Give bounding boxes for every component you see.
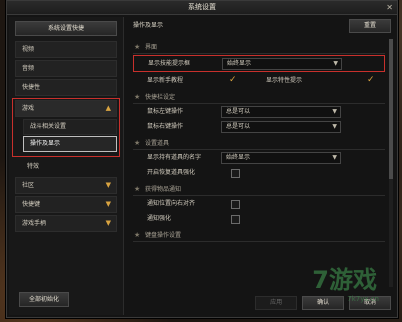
- chevron-down-icon: ▼: [105, 200, 111, 208]
- section-title: 快捷栏设定: [145, 94, 176, 101]
- sidebar-header[interactable]: 系统设置快捷: [15, 21, 117, 36]
- setting-row-item-names: 显示持有道具的名字 始终显示 ▼: [133, 150, 385, 165]
- chevron-down-icon: ▼: [105, 181, 111, 189]
- star-icon: ★: [134, 185, 141, 193]
- skill-tooltip-setting-highlight: 显示技能提示框 始终显示 ▼: [133, 55, 385, 72]
- setting-row-skill-tooltip: 显示技能提示框 始终显示 ▼: [134, 56, 384, 71]
- dropdown-value: 总是可以: [226, 123, 251, 130]
- sidebar-subitem-combat[interactable]: 战斗相关设置: [23, 119, 117, 135]
- window-title: 系统设置: [188, 3, 216, 11]
- chevron-down-icon: ▼: [332, 108, 337, 115]
- setting-row-recovery-enhance: 开启恢复道具强化: [133, 165, 385, 180]
- section-header-notifications[interactable]: ★ 获得物品通知: [133, 184, 385, 196]
- section-header-items[interactable]: ★ 设置道具: [133, 138, 385, 150]
- reset-button[interactable]: 重置: [349, 19, 391, 33]
- setting-label: 通知强化: [147, 215, 172, 222]
- section-title: 设置道具: [145, 140, 170, 147]
- section-title: 获得物品通知: [145, 186, 182, 193]
- reset-all-button[interactable]: 全部初始化: [19, 292, 69, 307]
- dropdown-value: 总是可以: [226, 108, 251, 115]
- sidebar-item-gamepad[interactable]: 游戏手柄 ▼: [15, 215, 117, 232]
- star-icon: ★: [134, 43, 141, 51]
- checkbox[interactable]: [231, 169, 240, 178]
- window-titlebar: 系统设置 ✕: [7, 1, 397, 15]
- confirm-button[interactable]: 确认: [302, 296, 345, 310]
- sidebar-item-label: 游戏手柄: [22, 220, 47, 227]
- setting-label-trait-tip: 显示特性提示: [266, 77, 303, 84]
- checkmark-icon[interactable]: ✓: [229, 73, 237, 88]
- setting-label: 鼠标右键操作: [147, 123, 184, 130]
- apply-button[interactable]: 应用: [255, 296, 298, 310]
- scrollbar-thumb[interactable]: [389, 39, 393, 179]
- star-icon: ★: [134, 139, 141, 147]
- content-title: 操作及显示: [133, 22, 164, 29]
- sidebar-item-game[interactable]: 游戏 ▲: [15, 100, 117, 117]
- settings-sidebar: 系统设置快捷 视频 音频 快捷性 游戏 ▲ 战斗相关设置 操作及显示 特效 社区…: [9, 17, 124, 315]
- sidebar-subitem-effects[interactable]: 特效: [9, 160, 123, 174]
- checkbox[interactable]: [231, 215, 240, 224]
- sidebar-group-game-highlight: 游戏 ▲ 战斗相关设置 操作及显示: [12, 98, 120, 157]
- checkbox[interactable]: [231, 200, 240, 209]
- chevron-down-icon: ▼: [332, 123, 337, 130]
- item-name-dropdown[interactable]: 始终显示 ▼: [221, 152, 341, 164]
- section-header-ui[interactable]: ★ 界面: [133, 42, 385, 54]
- dropdown-value: 始终显示: [226, 154, 251, 161]
- star-icon: ★: [134, 93, 141, 101]
- dropdown-value: 始终显示: [227, 60, 252, 67]
- scrollbar[interactable]: [389, 39, 393, 287]
- setting-label: 显示持有道具的名字: [147, 154, 202, 161]
- sidebar-item-label: 快捷键: [22, 201, 41, 208]
- setting-label: 通知位置向右对齐: [147, 200, 196, 207]
- setting-row-tutorial: 显示新手教程 ✓ 显示特性提示 ✓: [133, 73, 385, 88]
- right-click-dropdown[interactable]: 总是可以 ▼: [221, 121, 341, 133]
- close-icon[interactable]: ✕: [386, 1, 393, 14]
- setting-label: 显示技能提示框: [148, 60, 191, 67]
- section-header-keyboard[interactable]: ★ 键盘操作设置: [133, 230, 385, 242]
- section-header-quickbar[interactable]: ★ 快捷栏设定: [133, 92, 385, 104]
- skill-tooltip-dropdown[interactable]: 始终显示 ▼: [222, 58, 342, 70]
- sidebar-item-community[interactable]: 社区 ▼: [15, 177, 117, 194]
- section-title: 界面: [145, 44, 158, 51]
- settings-scroll-area: ★ 界面 显示技能提示框 始终显示 ▼ 显示新手教程 ✓ 显示特性提示 ✓ ★ …: [133, 38, 385, 288]
- setting-row-notify-enhance: 通知强化: [133, 211, 385, 226]
- setting-row-right-click: 鼠标右键操作 总是可以 ▼: [133, 119, 385, 134]
- sidebar-item-label: 社区: [22, 182, 35, 189]
- checkmark-icon[interactable]: ✓: [367, 73, 375, 88]
- chevron-down-icon: ▼: [105, 219, 111, 227]
- sidebar-item-label: 游戏: [22, 105, 35, 112]
- setting-label: 显示新手教程: [147, 77, 184, 84]
- section-title: 键盘操作设置: [145, 232, 182, 239]
- setting-label: 鼠标左键操作: [147, 108, 184, 115]
- sidebar-item-audio[interactable]: 音频: [15, 60, 117, 77]
- content-header: 操作及显示 重置: [127, 17, 395, 33]
- setting-label: 开启恢复道具强化: [147, 169, 196, 176]
- sidebar-item-hotkeys[interactable]: 快捷键 ▼: [15, 196, 117, 213]
- watermark-logo: 7游戏: [312, 266, 377, 294]
- watermark-url: 7k7yx.cn: [347, 295, 379, 303]
- sidebar-item-video[interactable]: 视频: [15, 41, 117, 58]
- chevron-up-icon: ▲: [105, 104, 111, 112]
- setting-row-notify-align: 通知位置向右对齐: [133, 196, 385, 211]
- setting-row-left-click: 鼠标左键操作 总是可以 ▼: [133, 104, 385, 119]
- sidebar-item-convenience[interactable]: 快捷性: [15, 79, 117, 96]
- chevron-down-icon: ▼: [333, 60, 338, 67]
- chevron-down-icon: ▼: [332, 154, 337, 161]
- left-click-dropdown[interactable]: 总是可以 ▼: [221, 106, 341, 118]
- star-icon: ★: [134, 231, 141, 239]
- settings-window: 系统设置 ✕ 系统设置快捷 视频 音频 快捷性 游戏 ▲ 战斗相关设置 操作及显…: [6, 0, 398, 318]
- sidebar-subitem-controls-display[interactable]: 操作及显示: [23, 136, 117, 152]
